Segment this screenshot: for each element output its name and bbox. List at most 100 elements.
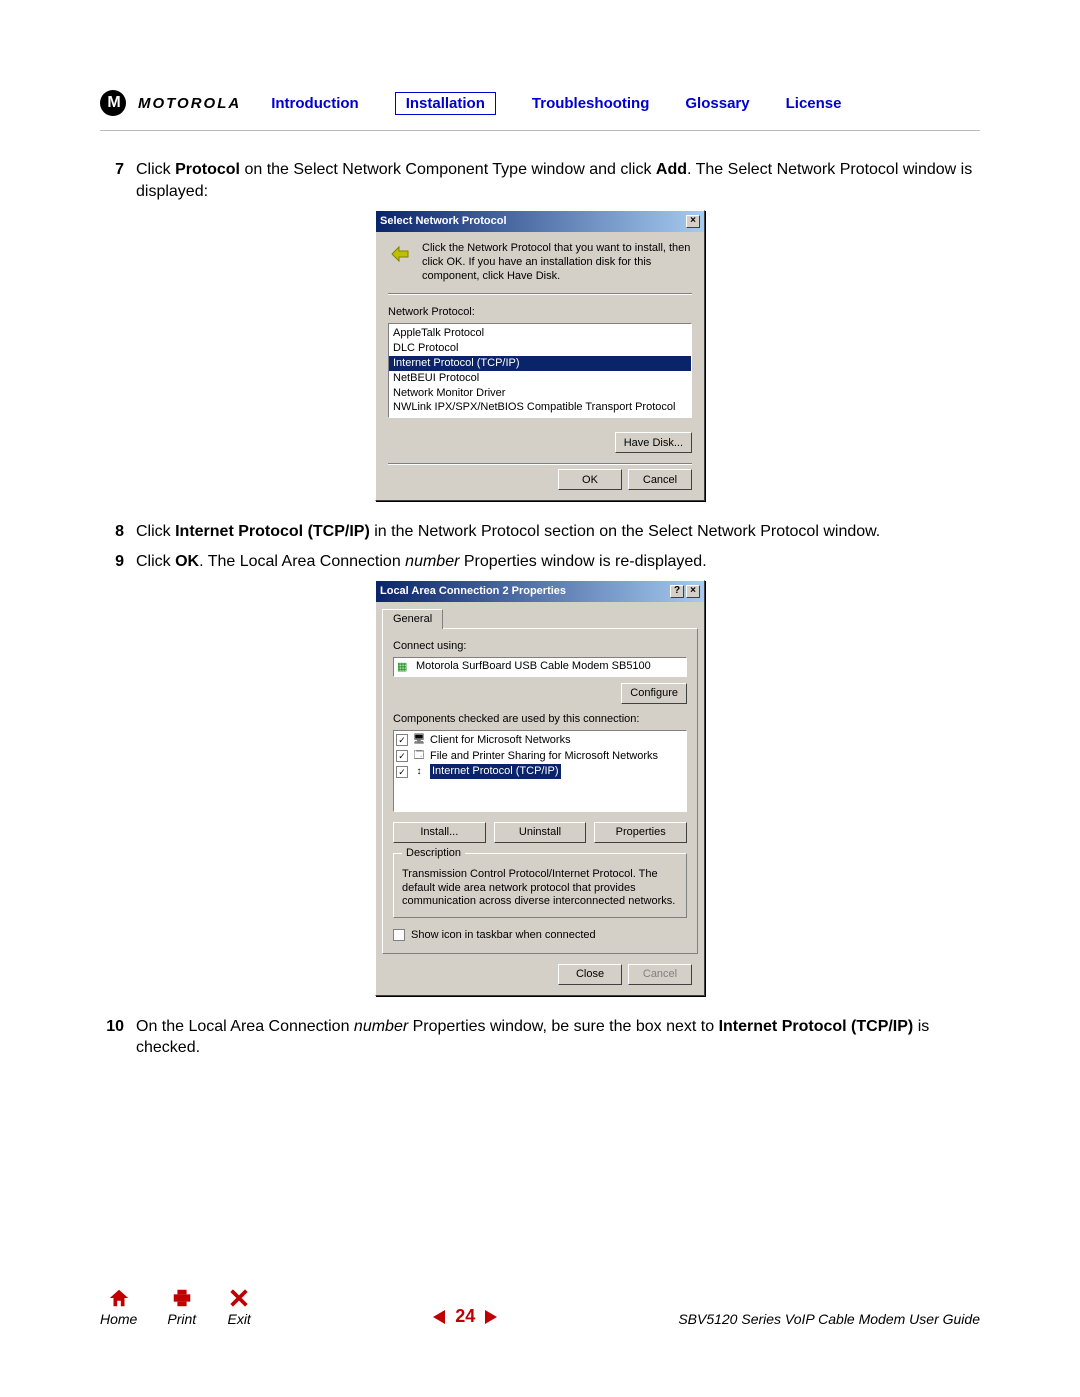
checkbox-icon[interactable]: ✓ bbox=[396, 750, 408, 762]
component-item-selected[interactable]: ✓ ↕ Internet Protocol (TCP/IP) bbox=[396, 764, 684, 780]
list-item[interactable]: AppleTalk Protocol bbox=[389, 326, 691, 341]
step-number: 10 bbox=[100, 1016, 136, 1059]
install-button[interactable]: Install... bbox=[393, 822, 486, 843]
step-text: Click Internet Protocol (TCP/IP) in the … bbox=[136, 521, 980, 543]
exit-icon bbox=[226, 1287, 252, 1309]
component-label: Client for Microsoft Networks bbox=[430, 733, 571, 748]
text-italic: number bbox=[354, 1018, 408, 1035]
description-legend: Description bbox=[402, 846, 465, 861]
home-icon bbox=[106, 1287, 132, 1309]
device-textbox: ▦ Motorola SurfBoard USB Cable Modem SB5… bbox=[393, 657, 687, 677]
motorola-logo-icon: M bbox=[100, 90, 126, 116]
close-icon[interactable]: × bbox=[686, 585, 700, 598]
show-icon-label: Show icon in taskbar when connected bbox=[411, 928, 596, 943]
text: on the Select Network Component Type win… bbox=[240, 161, 656, 178]
text: in the Network Protocol section on the S… bbox=[370, 523, 880, 540]
text-bold: Internet Protocol (TCP/IP) bbox=[175, 523, 370, 540]
text: Properties window, be sure the box next … bbox=[408, 1018, 718, 1035]
components-listbox[interactable]: ✓ 🖥 Client for Microsoft Networks ✓ 🗔 Fi… bbox=[393, 730, 687, 812]
nav-installation[interactable]: Installation bbox=[395, 92, 496, 115]
step-number: 8 bbox=[100, 521, 136, 543]
properties-button[interactable]: Properties bbox=[594, 822, 687, 843]
checkbox-icon[interactable]: ✓ bbox=[396, 766, 408, 778]
select-network-protocol-dialog: Select Network Protocol × Click the Netw… bbox=[375, 210, 705, 501]
cancel-button: Cancel bbox=[628, 964, 692, 985]
close-button[interactable]: Close bbox=[558, 964, 622, 985]
dialog-title: Select Network Protocol bbox=[380, 214, 507, 229]
exit-button[interactable]: Exit bbox=[226, 1287, 252, 1327]
close-icon[interactable]: × bbox=[686, 215, 700, 228]
step-7: 7 Click Protocol on the Select Network C… bbox=[100, 159, 980, 202]
text: Click bbox=[136, 553, 175, 570]
text: On the Local Area Connection bbox=[136, 1018, 354, 1035]
description-text: Transmission Control Protocol/Internet P… bbox=[402, 868, 678, 909]
text-italic: number bbox=[405, 553, 459, 570]
prev-page-icon[interactable] bbox=[433, 1310, 445, 1324]
text: Click bbox=[136, 161, 175, 178]
uninstall-button[interactable]: Uninstall bbox=[494, 822, 587, 843]
page-footer: Home Print Exit 24 SBV5120 Series VoIP C… bbox=[100, 1287, 980, 1327]
list-item-selected[interactable]: Internet Protocol (TCP/IP) bbox=[389, 356, 691, 371]
component-item[interactable]: ✓ 🗔 File and Printer Sharing for Microso… bbox=[396, 749, 684, 765]
text-bold: Internet Protocol (TCP/IP) bbox=[719, 1018, 914, 1035]
adapter-icon: ▦ bbox=[397, 660, 407, 675]
dialog-titlebar: Select Network Protocol × bbox=[376, 211, 704, 232]
nav-troubleshooting[interactable]: Troubleshooting bbox=[532, 95, 650, 112]
step-text: Click Protocol on the Select Network Com… bbox=[136, 159, 980, 202]
tab-set: General bbox=[382, 608, 698, 628]
protocol-icon: ↕ bbox=[412, 765, 426, 779]
content-area: 7 Click Protocol on the Select Network C… bbox=[100, 159, 980, 1059]
list-item[interactable]: NetBEUI Protocol bbox=[389, 371, 691, 386]
tab-general[interactable]: General bbox=[382, 609, 443, 629]
text-bold: Protocol bbox=[175, 161, 240, 178]
configure-button[interactable]: Configure bbox=[621, 683, 687, 704]
text: . The Local Area Connection bbox=[199, 553, 405, 570]
protocol-icon bbox=[388, 242, 412, 283]
step-text: On the Local Area Connection number Prop… bbox=[136, 1016, 980, 1059]
nav-introduction[interactable]: Introduction bbox=[271, 95, 358, 112]
step-9: 9 Click OK. The Local Area Connection nu… bbox=[100, 551, 980, 573]
text-bold: OK bbox=[175, 553, 199, 570]
step-number: 7 bbox=[100, 159, 136, 202]
brand-text: MOTOROLA bbox=[138, 95, 241, 112]
dialog-titlebar: Local Area Connection 2 Properties ? × bbox=[376, 581, 704, 602]
text: Click bbox=[136, 523, 175, 540]
step-10: 10 On the Local Area Connection number P… bbox=[100, 1016, 980, 1059]
text: Properties window is re-displayed. bbox=[459, 553, 706, 570]
nav-license[interactable]: License bbox=[786, 95, 842, 112]
service-icon: 🗔 bbox=[412, 749, 426, 763]
device-name: Motorola SurfBoard USB Cable Modem SB510… bbox=[416, 659, 651, 674]
step-number: 9 bbox=[100, 551, 136, 573]
list-item[interactable]: DLC Protocol bbox=[389, 341, 691, 356]
have-disk-button[interactable]: Have Disk... bbox=[615, 432, 692, 453]
list-item[interactable]: Network Monitor Driver bbox=[389, 386, 691, 401]
list-item[interactable]: NWLink IPX/SPX/NetBIOS Compatible Transp… bbox=[389, 400, 691, 415]
dialog-description: Click the Network Protocol that you want… bbox=[422, 242, 692, 283]
client-icon: 🖥 bbox=[412, 733, 426, 747]
logo-letter: M bbox=[107, 94, 118, 112]
cancel-button[interactable]: Cancel bbox=[628, 469, 692, 490]
lac-properties-dialog: Local Area Connection 2 Properties ? × G… bbox=[375, 580, 705, 995]
tab-panel: Connect using: ▦ Motorola SurfBoard USB … bbox=[382, 628, 698, 954]
component-label: Internet Protocol (TCP/IP) bbox=[430, 764, 561, 779]
checkbox-icon[interactable] bbox=[393, 929, 405, 941]
connect-using-label: Connect using: bbox=[393, 639, 687, 654]
components-label: Components checked are used by this conn… bbox=[393, 712, 687, 727]
print-icon bbox=[169, 1287, 195, 1309]
footer-label: Home bbox=[100, 1311, 137, 1327]
checkbox-icon[interactable]: ✓ bbox=[396, 734, 408, 746]
nav-glossary[interactable]: Glossary bbox=[685, 95, 749, 112]
dialog-title: Local Area Connection 2 Properties bbox=[380, 584, 566, 599]
text-bold: Add bbox=[656, 161, 687, 178]
footer-label: Exit bbox=[227, 1311, 250, 1327]
next-page-icon[interactable] bbox=[485, 1310, 497, 1324]
ok-button[interactable]: OK bbox=[558, 469, 622, 490]
network-protocol-listbox[interactable]: AppleTalk Protocol DLC Protocol Internet… bbox=[388, 323, 692, 418]
step-text: Click OK. The Local Area Connection numb… bbox=[136, 551, 980, 573]
page-header: M MOTOROLA Introduction Installation Tro… bbox=[100, 90, 980, 131]
print-button[interactable]: Print bbox=[167, 1287, 196, 1327]
component-item[interactable]: ✓ 🖥 Client for Microsoft Networks bbox=[396, 733, 684, 749]
home-button[interactable]: Home bbox=[100, 1287, 137, 1327]
help-icon[interactable]: ? bbox=[670, 585, 684, 598]
page-navigator: 24 bbox=[433, 1306, 497, 1327]
